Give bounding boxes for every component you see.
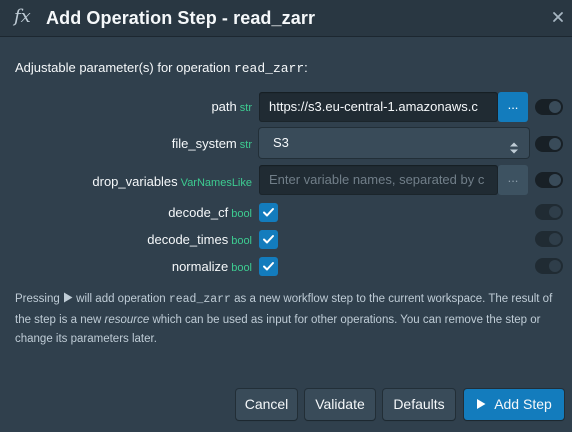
decode-times-enable-toggle[interactable] [535,231,563,247]
cancel-button[interactable]: Cancel [236,389,297,420]
dialog-header: fx Add Operation Step - read_zarr [0,0,572,37]
param-label-normalize: normalize bool [171,259,252,274]
play-icon [63,291,73,311]
param-type: bool [231,208,252,220]
path-input[interactable]: https://s3.eu-central-1.amazonaws.c [259,92,498,122]
close-icon[interactable] [550,9,566,25]
param-label-file-system: file_system str [171,136,252,151]
drop-variables-enable-toggle[interactable] [535,172,563,188]
file-system-select[interactable]: S3 [259,128,529,158]
param-type: str [239,102,252,114]
param-label-decode-cf: decode_cf bool [168,205,252,220]
check-icon [263,208,274,217]
function-icon: fx [14,6,31,27]
help-note: Pressing will add operation read_zarr as… [15,291,553,345]
param-type: VarNamesLike [180,177,252,189]
intro-text: Adjustable parameter(s) for operation re… [15,60,308,76]
add-operation-step-dialog: fx Add Operation Step - read_zarr Adjust… [0,0,572,432]
play-icon [476,390,486,421]
param-label-path: path str [211,99,252,114]
check-icon [263,235,274,244]
check-icon [263,262,274,271]
decode-cf-checkbox[interactable] [259,203,278,222]
decode-cf-enable-toggle[interactable] [535,204,563,220]
validate-button[interactable]: Validate [305,389,375,420]
param-type: bool [231,235,252,247]
param-label-decode-times: decode_times bool [147,232,252,247]
operation-name: read_zarr [233,61,305,76]
path-enable-toggle[interactable] [535,99,563,115]
browse-path-button[interactable]: ... [498,92,528,122]
select-caret-icon [509,136,519,166]
normalize-enable-toggle[interactable] [535,258,563,274]
dialog-title: Add Operation Step - read_zarr [46,8,316,28]
browse-variables-button[interactable]: ... [498,165,528,195]
normalize-checkbox[interactable] [259,257,278,276]
param-label-drop-variables: drop_variables VarNamesLike [92,174,252,189]
add-step-button[interactable]: Add Step [464,389,564,420]
drop-variables-input[interactable]: Enter variable names, separated by c [259,165,498,195]
defaults-button[interactable]: Defaults [383,389,455,420]
param-type: str [239,139,252,151]
file-system-enable-toggle[interactable] [535,136,563,152]
decode-times-checkbox[interactable] [259,230,278,249]
param-type: bool [231,262,252,274]
